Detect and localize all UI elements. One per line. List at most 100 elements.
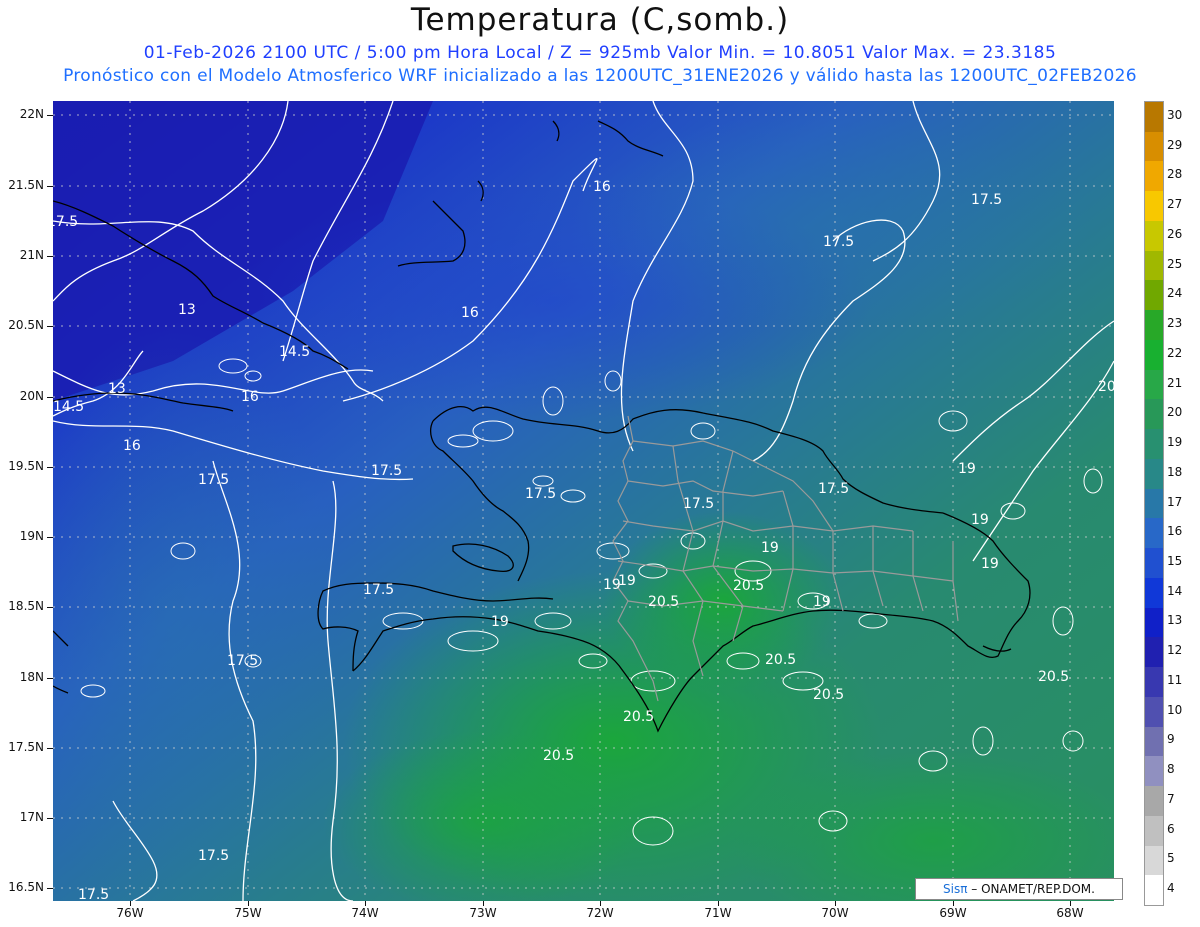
contour-label: 19 [491, 614, 509, 630]
colorbar-label: 28 [1167, 167, 1183, 182]
colorbar-swatch [1145, 637, 1163, 668]
credit-box: Sisπ – ONAMET/REP.DOM. [915, 878, 1123, 900]
lat-tick [47, 818, 53, 819]
colorbar-swatch [1145, 220, 1163, 251]
lon-tick [248, 901, 249, 906]
colorbar-label: 10 [1167, 702, 1183, 717]
contour-label: 14.5 [53, 399, 84, 415]
lat-tick [47, 326, 53, 327]
lat-label: 16.5N [8, 880, 44, 894]
lat-tick [47, 888, 53, 889]
colorbar-swatch [1145, 131, 1163, 162]
colorbar-swatch [1145, 696, 1163, 727]
colorbar-label: 15 [1167, 553, 1183, 568]
lon-label: 69W [939, 906, 967, 920]
contour-label: 17.5 [823, 234, 854, 250]
colorbar-swatch [1145, 191, 1163, 222]
lat-label: 17.5N [8, 740, 44, 754]
contour-label: 13 [178, 302, 196, 318]
lat-label: 18N [19, 670, 44, 684]
colorbar-label: 19 [1167, 435, 1183, 450]
contour-label: 14.5 [279, 344, 310, 360]
contour-label: 19 [618, 573, 636, 589]
lon-label: 76W [116, 906, 144, 920]
contour-label: 19 [813, 594, 831, 610]
contour-label: 20.5 [543, 748, 574, 764]
forecast-time-line: 01-Feb-2026 2100 UTC / 5:00 pm Hora Loca… [143, 43, 1057, 63]
colorbar-label: 7 [1167, 791, 1175, 806]
warm-region-cibao [603, 511, 843, 691]
colorbar-label: 27 [1167, 197, 1183, 212]
lon-label: 74W [351, 906, 379, 920]
lat-label: 21.5N [8, 178, 44, 192]
credit-text: – ONAMET/REP.DOM. [971, 882, 1095, 896]
contour-label: 20.5 [813, 687, 844, 703]
contour-label: 19 [971, 512, 989, 528]
contour-label: 17.5 [198, 848, 229, 864]
colorbar-swatch [1145, 518, 1163, 549]
contour-label: 17.5 [371, 463, 402, 479]
lat-label: 19N [19, 529, 44, 543]
colorbar-swatch [1145, 607, 1163, 638]
contour-label: 20.5 [733, 578, 764, 594]
contour-label: 20.5 [1038, 669, 1069, 685]
contour-label: 19 [981, 556, 999, 572]
contour-label: 20.5 [765, 652, 796, 668]
colorbar-label: 13 [1167, 613, 1183, 628]
colorbar-swatch [1145, 339, 1163, 370]
colorbar-label: 18 [1167, 464, 1183, 479]
lon-label: 73W [469, 906, 497, 920]
colorbar-label: 25 [1167, 256, 1183, 271]
lat-tick [47, 467, 53, 468]
contour-label: 19 [958, 461, 976, 477]
colorbar-swatch [1145, 667, 1163, 698]
lon-label: 70W [821, 906, 849, 920]
lat-label: 18.5N [8, 599, 44, 613]
colorbar-swatch [1145, 161, 1163, 192]
colorbar-swatch [1145, 875, 1163, 906]
lat-label: 17N [19, 810, 44, 824]
contour-label: 17.5 [198, 472, 229, 488]
lat-tick [47, 256, 53, 257]
colorbar-swatch [1145, 815, 1163, 846]
colorbar-swatch [1145, 548, 1163, 579]
contour-label: 17.5 [683, 496, 714, 512]
colorbar-swatch [1145, 845, 1163, 876]
contour-label: 13 [108, 381, 126, 397]
lat-label: 19.5N [8, 459, 44, 473]
colorbar-label: 20 [1167, 405, 1183, 420]
lon-label: 72W [586, 906, 614, 920]
colorbar-swatch [1145, 488, 1163, 519]
lon-tick [835, 901, 836, 906]
colorbar-swatch [1145, 786, 1163, 817]
contour-label: 20.5 [623, 709, 654, 725]
lat-tick [47, 397, 53, 398]
contour-label: 17.5 [227, 653, 258, 669]
colorbar-swatch [1145, 369, 1163, 400]
contour-label: 16 [123, 438, 141, 454]
colorbar-label: 24 [1167, 286, 1183, 301]
credit-brand: Sisπ [943, 882, 968, 896]
colorbar-label: 8 [1167, 762, 1175, 777]
lon-tick [600, 901, 601, 906]
colorbar-swatch [1145, 102, 1163, 132]
contour-label: 17.5 [818, 481, 849, 497]
colorbar-label: 29 [1167, 137, 1183, 152]
colorbar-swatch [1145, 399, 1163, 430]
colorbar-label: 16 [1167, 524, 1183, 539]
lat-tick [47, 537, 53, 538]
lon-tick [483, 901, 484, 906]
lat-label: 20.5N [8, 318, 44, 332]
colorbar-swatch [1145, 250, 1163, 281]
contour-label: 16 [461, 305, 479, 321]
contour-label: 17.5 [525, 486, 556, 502]
contour-label: 17.5 [53, 214, 78, 230]
colorbar-swatch [1145, 280, 1163, 311]
contour-label: 17.5 [78, 887, 109, 901]
lon-tick [1070, 901, 1071, 906]
lat-tick [47, 678, 53, 679]
colorbar-label: 21 [1167, 375, 1183, 390]
colorbar-swatch [1145, 726, 1163, 757]
lon-tick [953, 901, 954, 906]
colorbar-swatch [1145, 577, 1163, 608]
